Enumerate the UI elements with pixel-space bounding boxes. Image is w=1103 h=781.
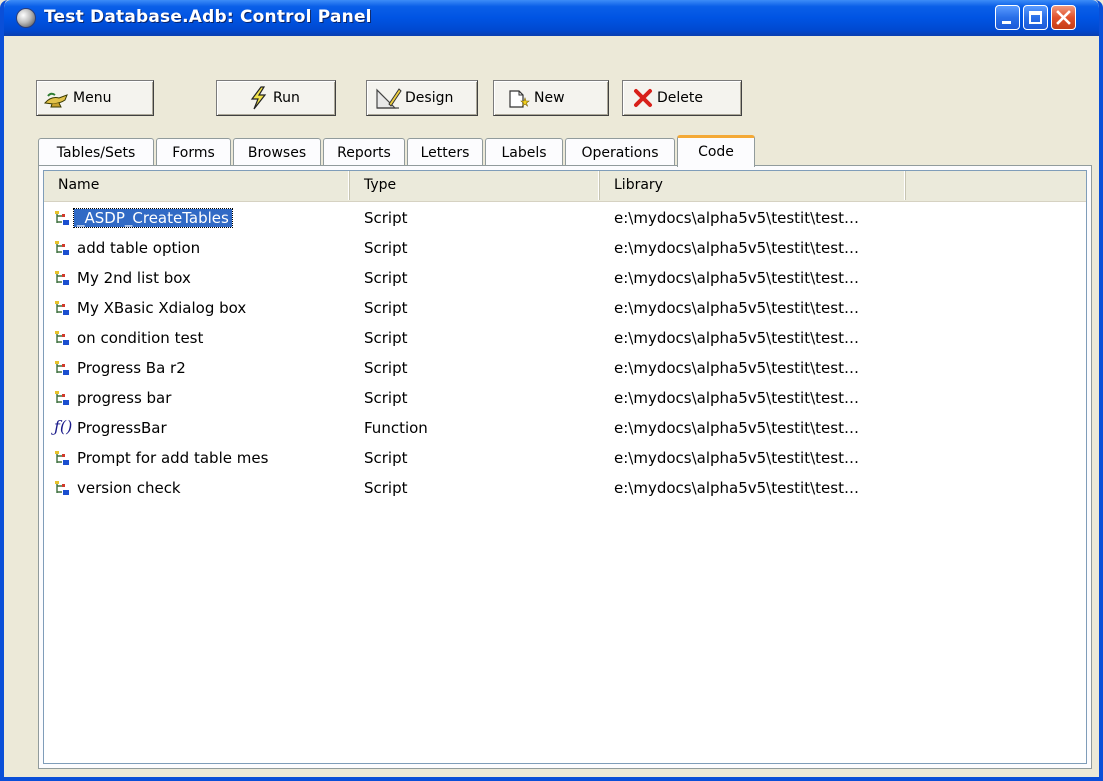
item-name: Prompt for add table mes: [77, 449, 269, 467]
run-button-label: Run: [273, 90, 300, 106]
tab-browses[interactable]: Browses: [233, 138, 321, 166]
tab-tables-sets[interactable]: Tables/Sets: [38, 138, 154, 166]
item-library: e:\mydocs\alpha5v5\testit\test…: [614, 209, 859, 227]
item-library: e:\mydocs\alpha5v5\testit\test…: [614, 419, 859, 437]
design-button[interactable]: Design: [366, 80, 478, 116]
list-item[interactable]: progress bar Script e:\mydocs\alpha5v5\tes…: [44, 384, 1086, 414]
list-item[interactable]: My XBasic Xdialog box Script e:\mydocs\alp…: [44, 294, 1086, 324]
column-header-library[interactable]: Library: [600, 171, 906, 200]
maximize-icon: [1029, 11, 1042, 24]
list-item[interactable]: ƒ() ProgressBar Function e:\mydocs\alpha5v5…: [44, 414, 1086, 444]
script-icon: [54, 450, 70, 466]
new-button-label: New: [534, 90, 565, 106]
new-document-icon: [509, 90, 530, 108]
list-header: Name Type Library: [44, 171, 1086, 202]
item-type: Script: [364, 449, 408, 467]
script-icon: [54, 300, 70, 316]
close-button[interactable]: [1051, 5, 1076, 30]
minimize-icon: [1002, 21, 1011, 24]
column-header-name[interactable]: Name: [44, 171, 350, 200]
script-icon: [54, 390, 70, 406]
item-name: Progress Ba r2: [77, 359, 186, 377]
tab-code[interactable]: Code: [677, 135, 755, 167]
script-icon: [54, 270, 70, 286]
app-orb-icon[interactable]: [16, 8, 36, 28]
menu-button[interactable]: Menu: [36, 80, 154, 116]
item-name: ProgressBar: [77, 419, 167, 437]
function-icon: ƒ(): [54, 417, 73, 436]
close-icon: [1056, 10, 1071, 25]
code-list-view[interactable]: Name Type Library _ASDP_CreateTables Scri…: [43, 170, 1087, 764]
item-library: e:\mydocs\alpha5v5\testit\test…: [614, 359, 859, 377]
item-type: Script: [364, 359, 408, 377]
item-type: Script: [364, 329, 408, 347]
tab-labels[interactable]: Labels: [485, 138, 563, 166]
window-title: Test Database.Adb: Control Panel: [44, 7, 372, 27]
tab-operations[interactable]: Operations: [565, 138, 675, 166]
run-button[interactable]: Run: [216, 80, 336, 116]
tab-forms[interactable]: Forms: [156, 138, 231, 166]
item-type: Function: [364, 419, 428, 437]
script-icon: [54, 480, 70, 496]
new-button[interactable]: New: [493, 80, 609, 116]
list-item[interactable]: add table option Script e:\mydocs\alpha5v5…: [44, 234, 1086, 264]
delete-x-icon: [634, 89, 652, 107]
list-item[interactable]: on condition test Script e:\mydocs\alpha5v…: [44, 324, 1086, 354]
minimize-button[interactable]: [995, 5, 1020, 30]
delete-button-label: Delete: [657, 90, 703, 106]
item-library: e:\mydocs\alpha5v5\testit\test…: [614, 449, 859, 467]
list-rows: _ASDP_CreateTables Script e:\mydocs\alpha5…: [44, 204, 1086, 504]
tab-reports[interactable]: Reports: [323, 138, 405, 166]
design-button-label: Design: [405, 90, 454, 106]
delete-button[interactable]: Delete: [622, 80, 742, 116]
control-panel-window: Test Database.Adb: Control Panel Menu Ru…: [0, 0, 1103, 781]
item-type: Script: [364, 389, 408, 407]
item-library: e:\mydocs\alpha5v5\testit\test…: [614, 479, 859, 497]
script-icon: [54, 240, 70, 256]
design-ruler-icon: [376, 88, 402, 109]
item-name: progress bar: [77, 389, 172, 407]
column-header-type[interactable]: Type: [350, 171, 600, 200]
maximize-button[interactable]: [1023, 5, 1048, 30]
item-library: e:\mydocs\alpha5v5\testit\test…: [614, 269, 859, 287]
list-item[interactable]: My 2nd list box Script e:\mydocs\alpha5v5\…: [44, 264, 1086, 294]
menu-button-label: Menu: [73, 90, 112, 106]
item-library: e:\mydocs\alpha5v5\testit\test…: [614, 299, 859, 317]
item-type: Script: [364, 479, 408, 497]
list-item[interactable]: Prompt for add table mes Script e:\mydocs\…: [44, 444, 1086, 474]
item-library: e:\mydocs\alpha5v5\testit\test…: [614, 239, 859, 257]
list-item[interactable]: version check Script e:\mydocs\alpha5v5\te…: [44, 474, 1086, 504]
script-icon: [54, 210, 70, 226]
item-type: Script: [364, 299, 408, 317]
tab-panel: Name Type Library _ASDP_CreateTables Scri…: [38, 165, 1092, 769]
item-name: add table option: [77, 239, 201, 257]
item-name: on condition test: [77, 329, 204, 347]
lamp-icon: [44, 92, 68, 108]
list-item[interactable]: _ASDP_CreateTables Script e:\mydocs\alpha5…: [44, 204, 1086, 234]
item-name: version check: [77, 479, 181, 497]
item-library: e:\mydocs\alpha5v5\testit\test…: [614, 389, 859, 407]
item-name: My XBasic Xdialog box: [77, 299, 247, 317]
title-bar[interactable]: Test Database.Adb: Control Panel: [4, 0, 1099, 36]
item-type: Script: [364, 239, 408, 257]
script-icon: [54, 330, 70, 346]
item-name: _ASDP_CreateTables: [73, 208, 233, 228]
list-item[interactable]: Progress Ba r2 Script e:\mydocs\alpha5v5\t…: [44, 354, 1086, 384]
lightning-icon: [250, 86, 267, 110]
tab-letters[interactable]: Letters: [407, 138, 483, 166]
item-library: e:\mydocs\alpha5v5\testit\test…: [614, 329, 859, 347]
item-type: Script: [364, 209, 408, 227]
item-type: Script: [364, 269, 408, 287]
item-name: My 2nd list box: [77, 269, 191, 287]
script-icon: [54, 360, 70, 376]
